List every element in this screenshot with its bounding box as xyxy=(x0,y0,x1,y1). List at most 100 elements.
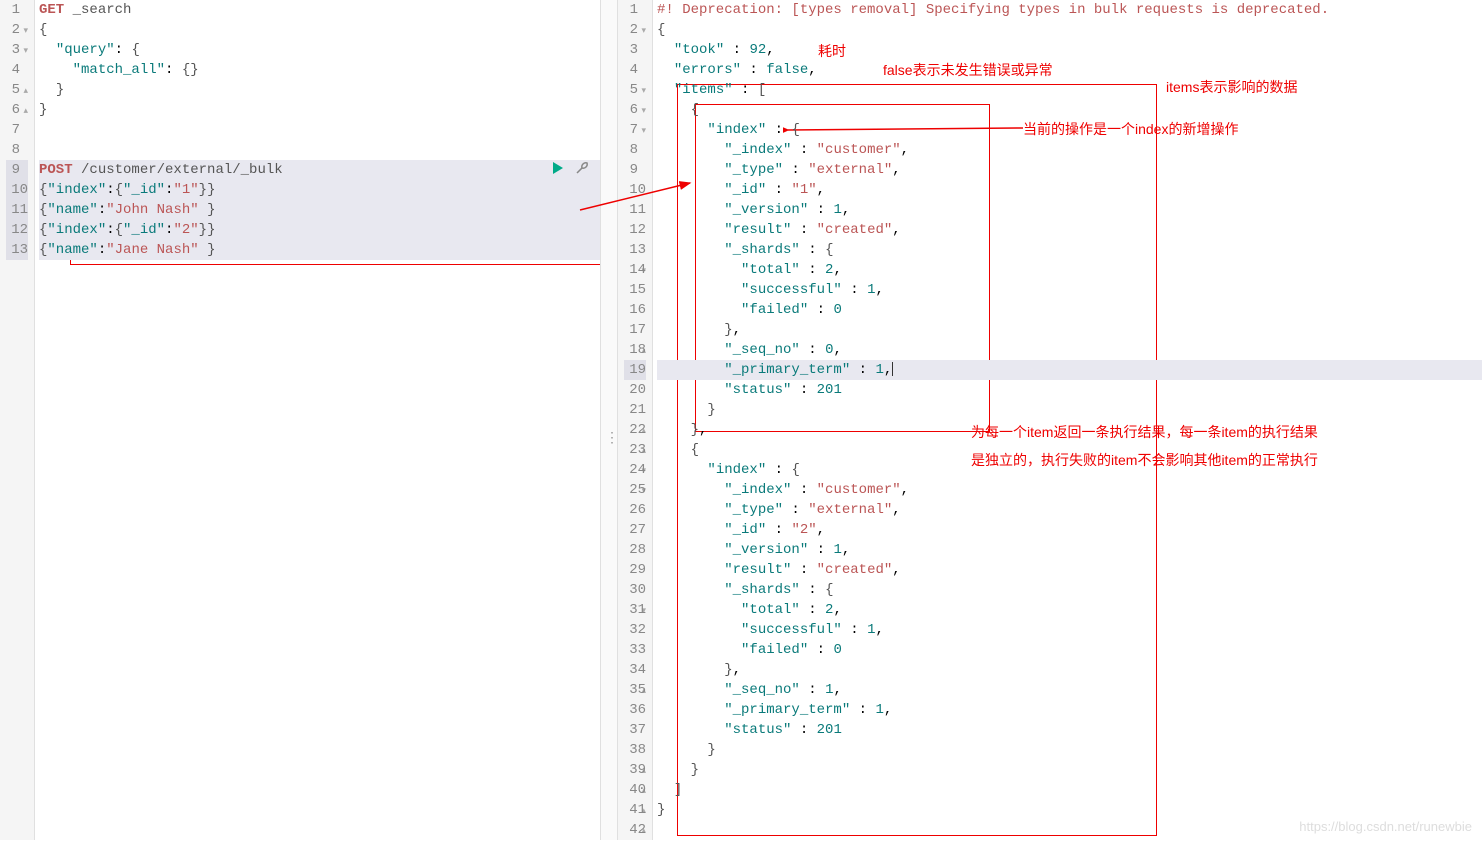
right-line-gutter: 12▾345▾6▾7▾8910111213▾14151617▴18192021▴… xyxy=(618,0,653,840)
line-number: 1 xyxy=(624,0,646,20)
line-number: 9 xyxy=(624,160,646,180)
line-number: 32 xyxy=(624,620,646,640)
code-line[interactable]: #! Deprecation: [types removal] Specifyi… xyxy=(657,0,1482,20)
code-line[interactable]: "_type" : "external", xyxy=(657,500,1482,520)
code-line[interactable]: "failed" : 0 xyxy=(657,300,1482,320)
code-line[interactable]: "_shards" : { xyxy=(657,240,1482,260)
code-line[interactable]: }, xyxy=(657,660,1482,680)
line-number: 28 xyxy=(624,540,646,560)
line-number: 12 xyxy=(6,220,28,240)
code-line[interactable]: { xyxy=(39,20,600,40)
line-number: 2▾ xyxy=(624,20,646,40)
line-number: 3▾ xyxy=(6,40,28,60)
line-number: 36 xyxy=(624,700,646,720)
code-line[interactable]: {"index":{"_id":"1"}} xyxy=(39,180,600,200)
line-number: 10 xyxy=(6,180,28,200)
code-line[interactable]: } xyxy=(657,760,1482,780)
code-line[interactable]: "query": { xyxy=(39,40,600,60)
code-line[interactable]: "successful" : 1, xyxy=(657,620,1482,640)
code-line[interactable]: "_id" : "2", xyxy=(657,520,1482,540)
line-number: 10 xyxy=(624,180,646,200)
code-line[interactable]: GET _search xyxy=(39,0,600,20)
pane-divider[interactable] xyxy=(600,0,618,840)
line-number: 13▾ xyxy=(624,240,646,260)
code-line[interactable]: { xyxy=(657,440,1482,460)
line-number: 3 xyxy=(624,40,646,60)
code-line[interactable]: "_index" : "customer", xyxy=(657,140,1482,160)
code-line[interactable]: "_primary_term" : 1, xyxy=(657,360,1482,380)
code-line[interactable]: "_seq_no" : 0, xyxy=(657,340,1482,360)
code-line[interactable] xyxy=(39,140,600,160)
line-number: 30▾ xyxy=(624,580,646,600)
code-line[interactable]: }, xyxy=(657,320,1482,340)
code-line[interactable]: } xyxy=(657,800,1482,820)
code-line[interactable]: "result" : "created", xyxy=(657,560,1482,580)
code-line[interactable]: "_id" : "1", xyxy=(657,180,1482,200)
code-line[interactable]: "_shards" : { xyxy=(657,580,1482,600)
line-number: 42 xyxy=(624,820,646,840)
code-line[interactable]: "took" : 92, xyxy=(657,40,1482,60)
code-line[interactable]: {"name":"Jane Nash" } xyxy=(39,240,600,260)
code-line[interactable]: } xyxy=(657,740,1482,760)
code-line[interactable]: "match_all": {} xyxy=(39,60,600,80)
code-line[interactable]: "_index" : "customer", xyxy=(657,480,1482,500)
code-line[interactable]: "_type" : "external", xyxy=(657,160,1482,180)
line-number: 11 xyxy=(6,200,28,220)
code-line[interactable]: "_version" : 1, xyxy=(657,540,1482,560)
code-line[interactable]: }, xyxy=(657,420,1482,440)
line-number: 33 xyxy=(624,640,646,660)
line-number: 34▴ xyxy=(624,660,646,680)
response-viewer-pane: 12▾345▾6▾7▾8910111213▾14151617▴18192021▴… xyxy=(618,0,1482,840)
request-editor[interactable]: 执行后的结果 GET _search{ "query": { "match_al… xyxy=(35,0,600,840)
code-line[interactable]: "items" : [ xyxy=(657,80,1482,100)
line-number: 38▴ xyxy=(624,740,646,760)
code-line[interactable]: ] xyxy=(657,780,1482,800)
line-number: 35 xyxy=(624,680,646,700)
code-line[interactable]: } xyxy=(39,80,600,100)
line-number: 14 xyxy=(624,260,646,280)
code-line[interactable]: { xyxy=(657,20,1482,40)
code-line[interactable]: "errors" : false, xyxy=(657,60,1482,80)
code-line[interactable]: "status" : 201 xyxy=(657,380,1482,400)
line-number: 4 xyxy=(624,60,646,80)
code-line[interactable]: "index" : { xyxy=(657,460,1482,480)
line-number: 25 xyxy=(624,480,646,500)
line-number: 1 xyxy=(6,0,28,20)
line-number: 21▴ xyxy=(624,400,646,420)
line-number: 12 xyxy=(624,220,646,240)
line-number: 23▾ xyxy=(624,440,646,460)
code-line[interactable]: { xyxy=(657,100,1482,120)
line-number: 11 xyxy=(624,200,646,220)
code-line[interactable]: {"index":{"_id":"2"}} xyxy=(39,220,600,240)
code-line[interactable]: } xyxy=(39,100,600,120)
line-number: 13 xyxy=(6,240,28,260)
left-line-gutter: 12▾3▾45▴6▴78910111213 xyxy=(0,0,35,840)
line-number: 19 xyxy=(624,360,646,380)
line-number: 7 xyxy=(6,120,28,140)
line-number: 6▾ xyxy=(624,100,646,120)
code-line[interactable]: "_seq_no" : 1, xyxy=(657,680,1482,700)
code-line[interactable]: "total" : 2, xyxy=(657,600,1482,620)
code-line[interactable]: "_primary_term" : 1, xyxy=(657,700,1482,720)
code-line[interactable]: "failed" : 0 xyxy=(657,640,1482,660)
line-number: 22▴ xyxy=(624,420,646,440)
line-number: 20 xyxy=(624,380,646,400)
code-line[interactable]: "_version" : 1, xyxy=(657,200,1482,220)
code-line[interactable] xyxy=(39,120,600,140)
watermark: https://blog.csdn.net/runewbie xyxy=(1299,819,1472,834)
code-line[interactable]: "index" : { xyxy=(657,120,1482,140)
code-line[interactable]: } xyxy=(657,400,1482,420)
line-number: 8 xyxy=(624,140,646,160)
line-number: 18 xyxy=(624,340,646,360)
code-line[interactable]: "status" : 201 xyxy=(657,720,1482,740)
code-line[interactable]: "total" : 2, xyxy=(657,260,1482,280)
code-line[interactable]: {"name":"John Nash" } xyxy=(39,200,600,220)
line-number: 5▴ xyxy=(6,80,28,100)
code-line[interactable]: "result" : "created", xyxy=(657,220,1482,240)
line-number: 24▾ xyxy=(624,460,646,480)
code-line[interactable]: "successful" : 1, xyxy=(657,280,1482,300)
line-number: 15 xyxy=(624,280,646,300)
line-number: 31 xyxy=(624,600,646,620)
code-line[interactable]: POST /customer/external/_bulk xyxy=(39,160,600,180)
response-viewer[interactable]: 耗时 false表示未发生错误或异常 items表示影响的数据 当前的操作是一个… xyxy=(653,0,1482,840)
